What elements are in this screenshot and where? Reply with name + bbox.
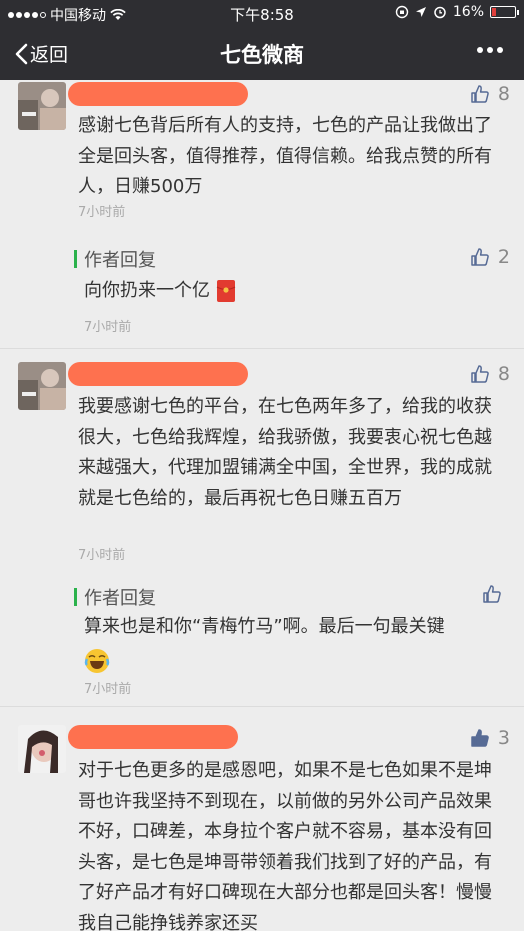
status-icons: 16%	[395, 4, 519, 20]
nav-bar: 返回 七色微商	[0, 26, 524, 80]
thumbs-up-icon	[483, 585, 501, 603]
avatar[interactable]	[18, 82, 66, 130]
like-count: 8	[497, 363, 510, 385]
laughing-tears-emoji-icon	[84, 649, 110, 673]
like-button[interactable]: 3	[470, 727, 510, 749]
like-count: 8	[497, 83, 510, 105]
like-count: 3	[497, 727, 510, 749]
reply-time: 7小时前	[84, 682, 132, 697]
comment-text: 我要感谢七色的平台，在七色两年多了，给我的收获很大，七色给我辉煌，给我骄傲，我要…	[78, 396, 492, 509]
like-button[interactable]: 8	[470, 363, 510, 385]
comment-list[interactable]: 8 感谢七色背后所有人的支持，七色的产品让我做出了全是回头客，值得推荐，值得信赖…	[0, 80, 524, 931]
battery-icon	[490, 6, 519, 18]
location-icon	[415, 7, 426, 17]
reply-like-button[interactable]: 2	[470, 246, 510, 268]
more-icon	[477, 47, 503, 53]
reply-indicator	[74, 588, 77, 606]
reply-label: 作者回复	[84, 588, 156, 609]
page-title: 七色微商	[220, 43, 304, 67]
divider	[0, 706, 524, 707]
thumbs-up-icon	[471, 365, 489, 383]
reply-text: 向你扔来一个亿	[84, 280, 210, 301]
reply-like-button[interactable]	[482, 584, 510, 604]
comment-text: 感谢七色背后所有人的支持，七色的产品让我做出了全是回头客，值得推荐，值得信赖。给…	[78, 115, 492, 197]
reply-label: 作者回复	[84, 250, 156, 271]
redacted-username	[68, 362, 248, 386]
like-count: 2	[497, 246, 510, 268]
divider	[0, 348, 524, 349]
redacted-username	[68, 82, 248, 106]
alarm-icon	[434, 6, 446, 19]
comment-time: 7小时前	[78, 548, 126, 563]
thumbs-up-icon	[471, 248, 489, 266]
comment-time: 7小时前	[78, 205, 126, 220]
comment-text: 对于七色更多的是感恩吧，如果不是七色如果不是坤哥也许我坚持不到现在，以前做的另外…	[78, 760, 492, 931]
reply-text: 算来也是和你“青梅竹马”啊。最后一句最关键	[84, 616, 445, 637]
like-button[interactable]: 8	[470, 83, 510, 105]
avatar[interactable]	[18, 725, 66, 773]
reply-time: 7小时前	[84, 320, 132, 335]
redacted-username	[68, 725, 238, 749]
thumbs-up-icon	[471, 729, 489, 747]
more-button[interactable]	[476, 38, 504, 68]
reply-indicator	[74, 250, 77, 268]
avatar[interactable]	[18, 362, 66, 410]
reply-text-row: 向你扔来一个亿	[84, 276, 504, 306]
battery-percent: 16%	[452, 4, 484, 20]
thumbs-up-icon	[471, 85, 489, 103]
rotation-lock-icon	[395, 5, 409, 19]
red-envelope-icon	[216, 280, 236, 302]
status-bar: 中国移动 下午8:58 16%	[0, 0, 524, 26]
